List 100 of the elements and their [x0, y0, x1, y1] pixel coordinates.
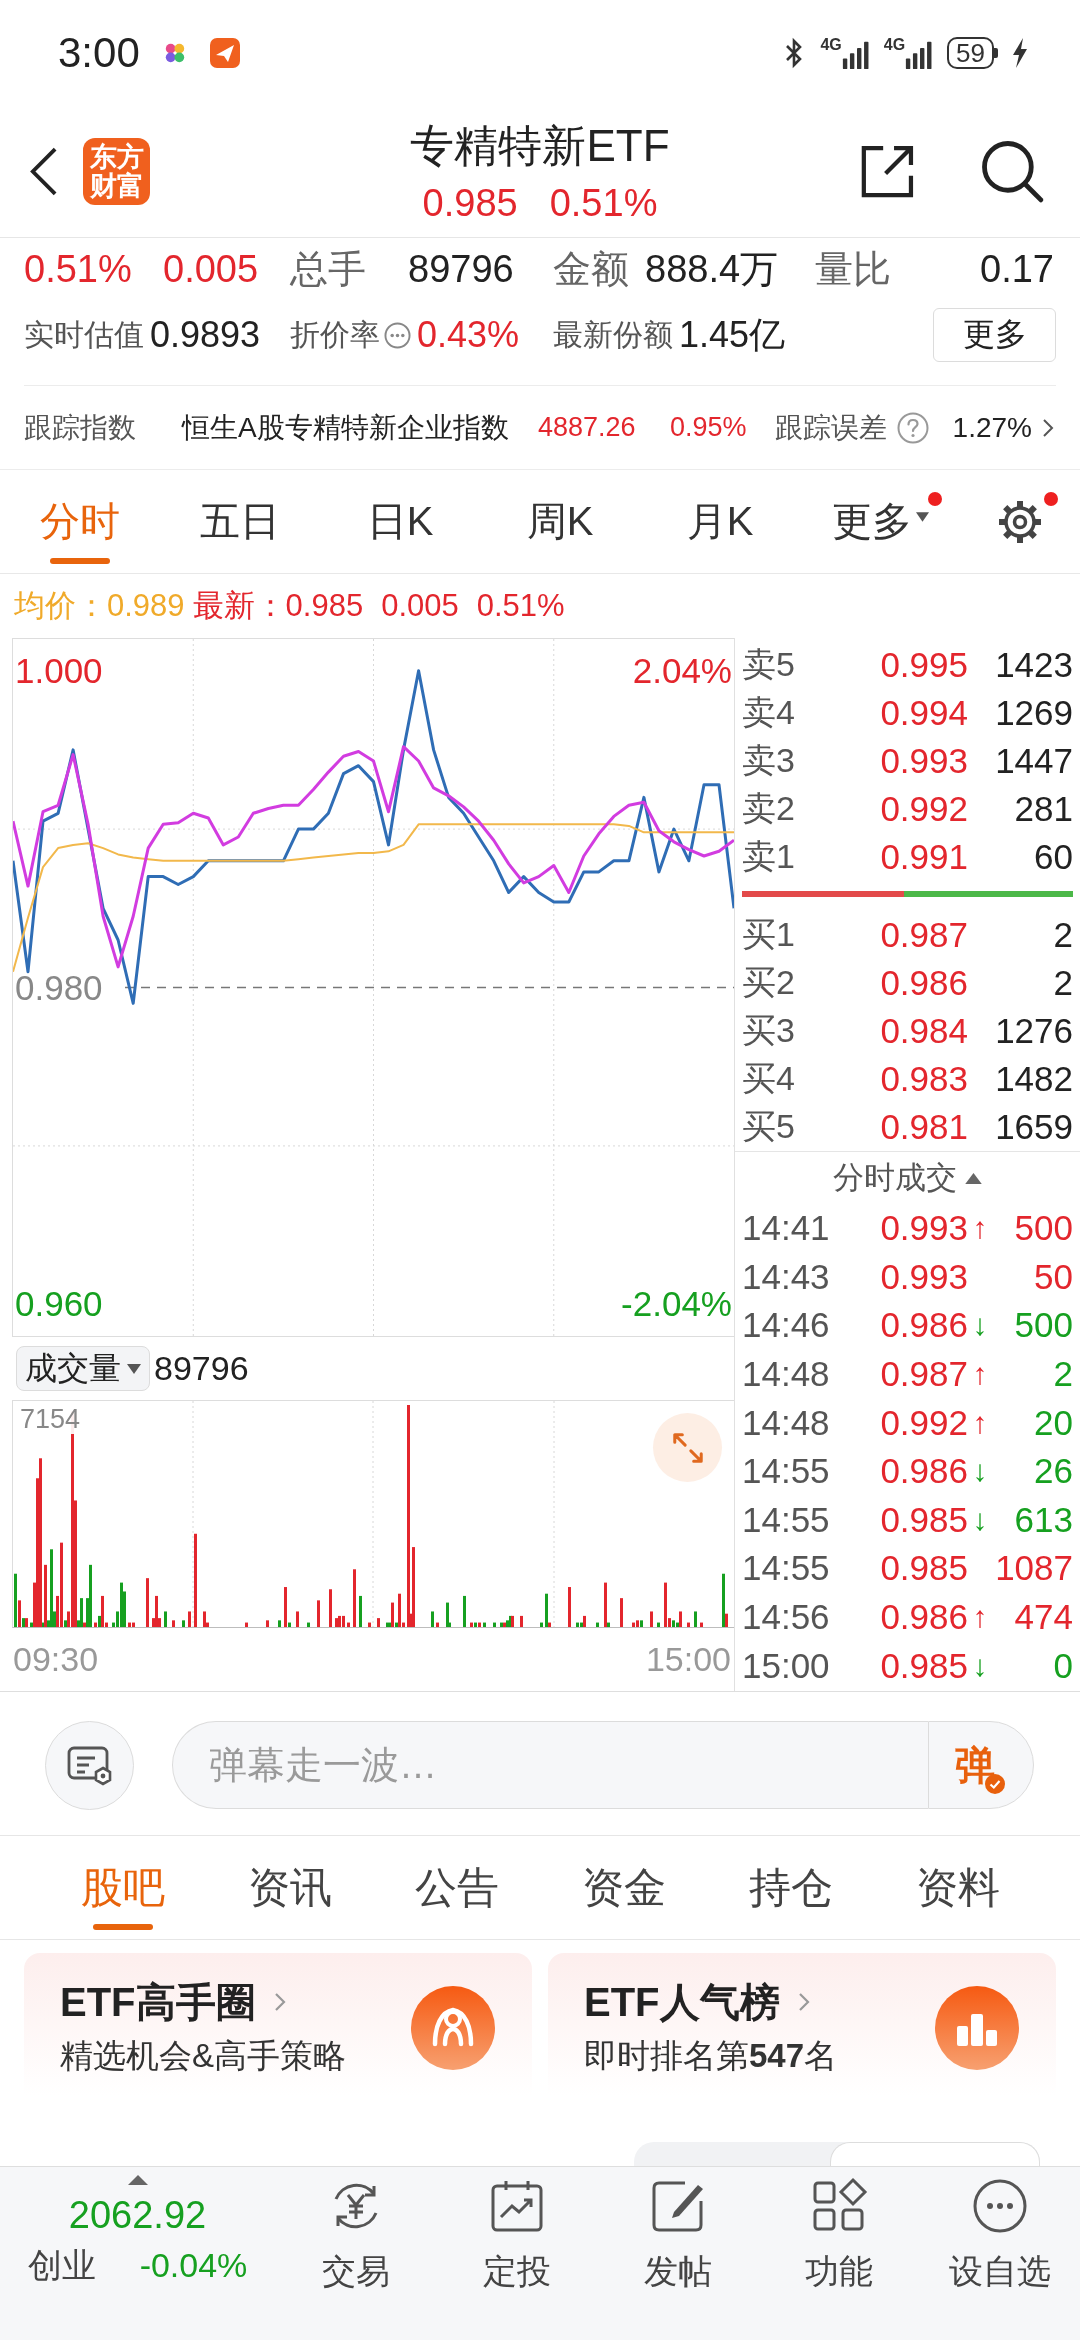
index-name[interactable]: 恒生A股专精特新企业指数 — [182, 408, 538, 447]
status-time: 3:00 — [58, 28, 140, 77]
battery-indicator: 59 — [947, 36, 998, 69]
expand-icon — [670, 1430, 705, 1465]
bid-price: 0.986 — [880, 963, 968, 1003]
direction-arrow: ↑ — [972, 1600, 988, 1635]
volume-bar — [188, 1611, 191, 1627]
ask-price: 0.994 — [880, 693, 968, 733]
search-icon[interactable] — [979, 138, 1045, 204]
volume-bar — [266, 1620, 269, 1627]
volume-bar — [431, 1611, 434, 1627]
help-icon[interactable] — [897, 411, 929, 444]
ask-volume: 60 — [1034, 837, 1073, 877]
price-change: 0.005 — [381, 588, 459, 624]
ask-price: 0.992 — [880, 789, 968, 829]
trade-price: 0.986 — [880, 1597, 968, 1638]
card-subtitle: 精选机会&高手策略 — [60, 2036, 346, 2076]
trade-time: 14:56 — [742, 1597, 831, 1638]
trade-volume: 1087 — [995, 1548, 1073, 1589]
caret-up-icon[interactable] — [127, 2175, 148, 2185]
volume-bar — [463, 1595, 466, 1627]
indicator-dropdown[interactable]: 成交量 — [16, 1346, 150, 1391]
trade-volume: 26 — [1034, 1451, 1073, 1492]
direction-arrow: ↓ — [972, 1648, 988, 1683]
bottom-nav-button[interactable]: 发帖 — [597, 2167, 758, 2340]
section-tab[interactable]: 公告 — [373, 1836, 540, 1939]
chart-tab[interactable]: 月K — [640, 470, 800, 573]
volume-bar — [694, 1611, 697, 1627]
volume-bar — [687, 1622, 690, 1627]
more-button[interactable]: 更多 — [933, 308, 1056, 362]
stat-value: 0.43% — [417, 314, 520, 356]
ellipsis-circle-icon[interactable] — [384, 321, 411, 349]
direction-arrow: ↓ — [972, 1502, 988, 1537]
volume-bar — [520, 1615, 523, 1627]
trade-price: 0.985 — [880, 1645, 968, 1686]
bottom-nav-button[interactable]: 设自选 — [919, 2167, 1080, 2340]
lightning-icon — [1012, 37, 1028, 68]
back-icon[interactable] — [28, 145, 59, 197]
stat-label: 最新份额 — [553, 316, 673, 353]
trade-volume: 20 — [1034, 1402, 1073, 1443]
chart-tab[interactable]: 五日 — [160, 470, 320, 573]
trade-time: 14:55 — [742, 1499, 831, 1540]
section-tab[interactable]: 资讯 — [206, 1836, 373, 1939]
trade-price: 0.986 — [880, 1451, 968, 1492]
ask-volume: 1269 — [995, 693, 1073, 733]
stat-value: 0.17 — [980, 248, 1054, 291]
bid-volume: 1482 — [995, 1059, 1073, 1099]
bottom-nav-button[interactable]: 功能 — [758, 2167, 919, 2340]
ask-price: 0.993 — [880, 741, 968, 781]
section-tab[interactable]: 资金 — [540, 1836, 707, 1939]
trade-time: 14:48 — [742, 1354, 831, 1395]
fund-title: 专精特新ETF — [410, 120, 670, 172]
volume-bar — [368, 1622, 371, 1627]
ask-level-label: 卖4 — [742, 692, 796, 733]
volume-bar — [483, 1622, 486, 1627]
trade-time: 14:48 — [742, 1402, 831, 1443]
latest-price-label: 最新： — [192, 587, 286, 625]
trade-time: 14:55 — [742, 1451, 831, 1492]
volume-bar — [329, 1589, 332, 1627]
volume-bar — [172, 1620, 175, 1627]
stat-value: 888.4万 — [645, 247, 780, 292]
ask-volume: 281 — [1014, 789, 1073, 829]
change-percent: 0.51% — [549, 181, 658, 226]
trade-volume: 613 — [1014, 1499, 1073, 1540]
ask-price: 0.995 — [880, 645, 968, 685]
network-type: 4G — [883, 35, 906, 54]
bid-volume: 1276 — [995, 1011, 1073, 1051]
change-percent: 0.51% — [476, 588, 565, 624]
time-axis-label: 15:00 — [645, 1640, 731, 1679]
volume-bar — [164, 1611, 167, 1627]
trade-price: 0.985 — [880, 1548, 968, 1589]
chart-tab[interactable]: 周K — [480, 470, 640, 573]
volume-bar — [307, 1622, 310, 1627]
bottom-nav-button[interactable]: 定投 — [436, 2167, 597, 2340]
chart-tab[interactable]: 更多 — [800, 470, 960, 573]
trade-time: 14:46 — [742, 1305, 831, 1346]
chevron-right-icon — [273, 1992, 286, 2012]
bid-price: 0.984 — [880, 1011, 968, 1051]
trades-title[interactable]: 分时成交 — [833, 1157, 957, 1199]
volume-bar — [182, 1620, 185, 1627]
percent-axis-label: -2.04% — [621, 1283, 732, 1326]
bottom-nav-button[interactable]: 交易 — [275, 2167, 436, 2340]
price-axis-label: 0.960 — [15, 1283, 103, 1326]
trade-time: 14:41 — [742, 1208, 831, 1249]
tracking-label: 跟踪指数 — [24, 410, 137, 445]
volume-bar — [347, 1622, 350, 1627]
section-tab[interactable]: 持仓 — [707, 1836, 874, 1939]
chevron-right-icon[interactable] — [1042, 417, 1054, 438]
stat-label: 金额 — [553, 247, 630, 292]
index-quote-name[interactable]: 创业 — [27, 2243, 96, 2287]
ask-price: 0.991 — [880, 837, 968, 877]
trade-time: 14:55 — [742, 1548, 831, 1589]
danmaku-input[interactable]: 弹幕走一波… — [172, 1721, 928, 1809]
section-tab[interactable]: 资料 — [874, 1836, 1041, 1939]
price-change: 0.005 — [163, 248, 260, 291]
card-title: ETF人气榜 — [584, 1979, 780, 2026]
caret-up-icon — [965, 1172, 982, 1184]
chart-tab[interactable]: 日K — [320, 470, 480, 573]
bid-price: 0.983 — [880, 1059, 968, 1099]
sort-toggle[interactable] — [634, 2142, 1040, 2166]
